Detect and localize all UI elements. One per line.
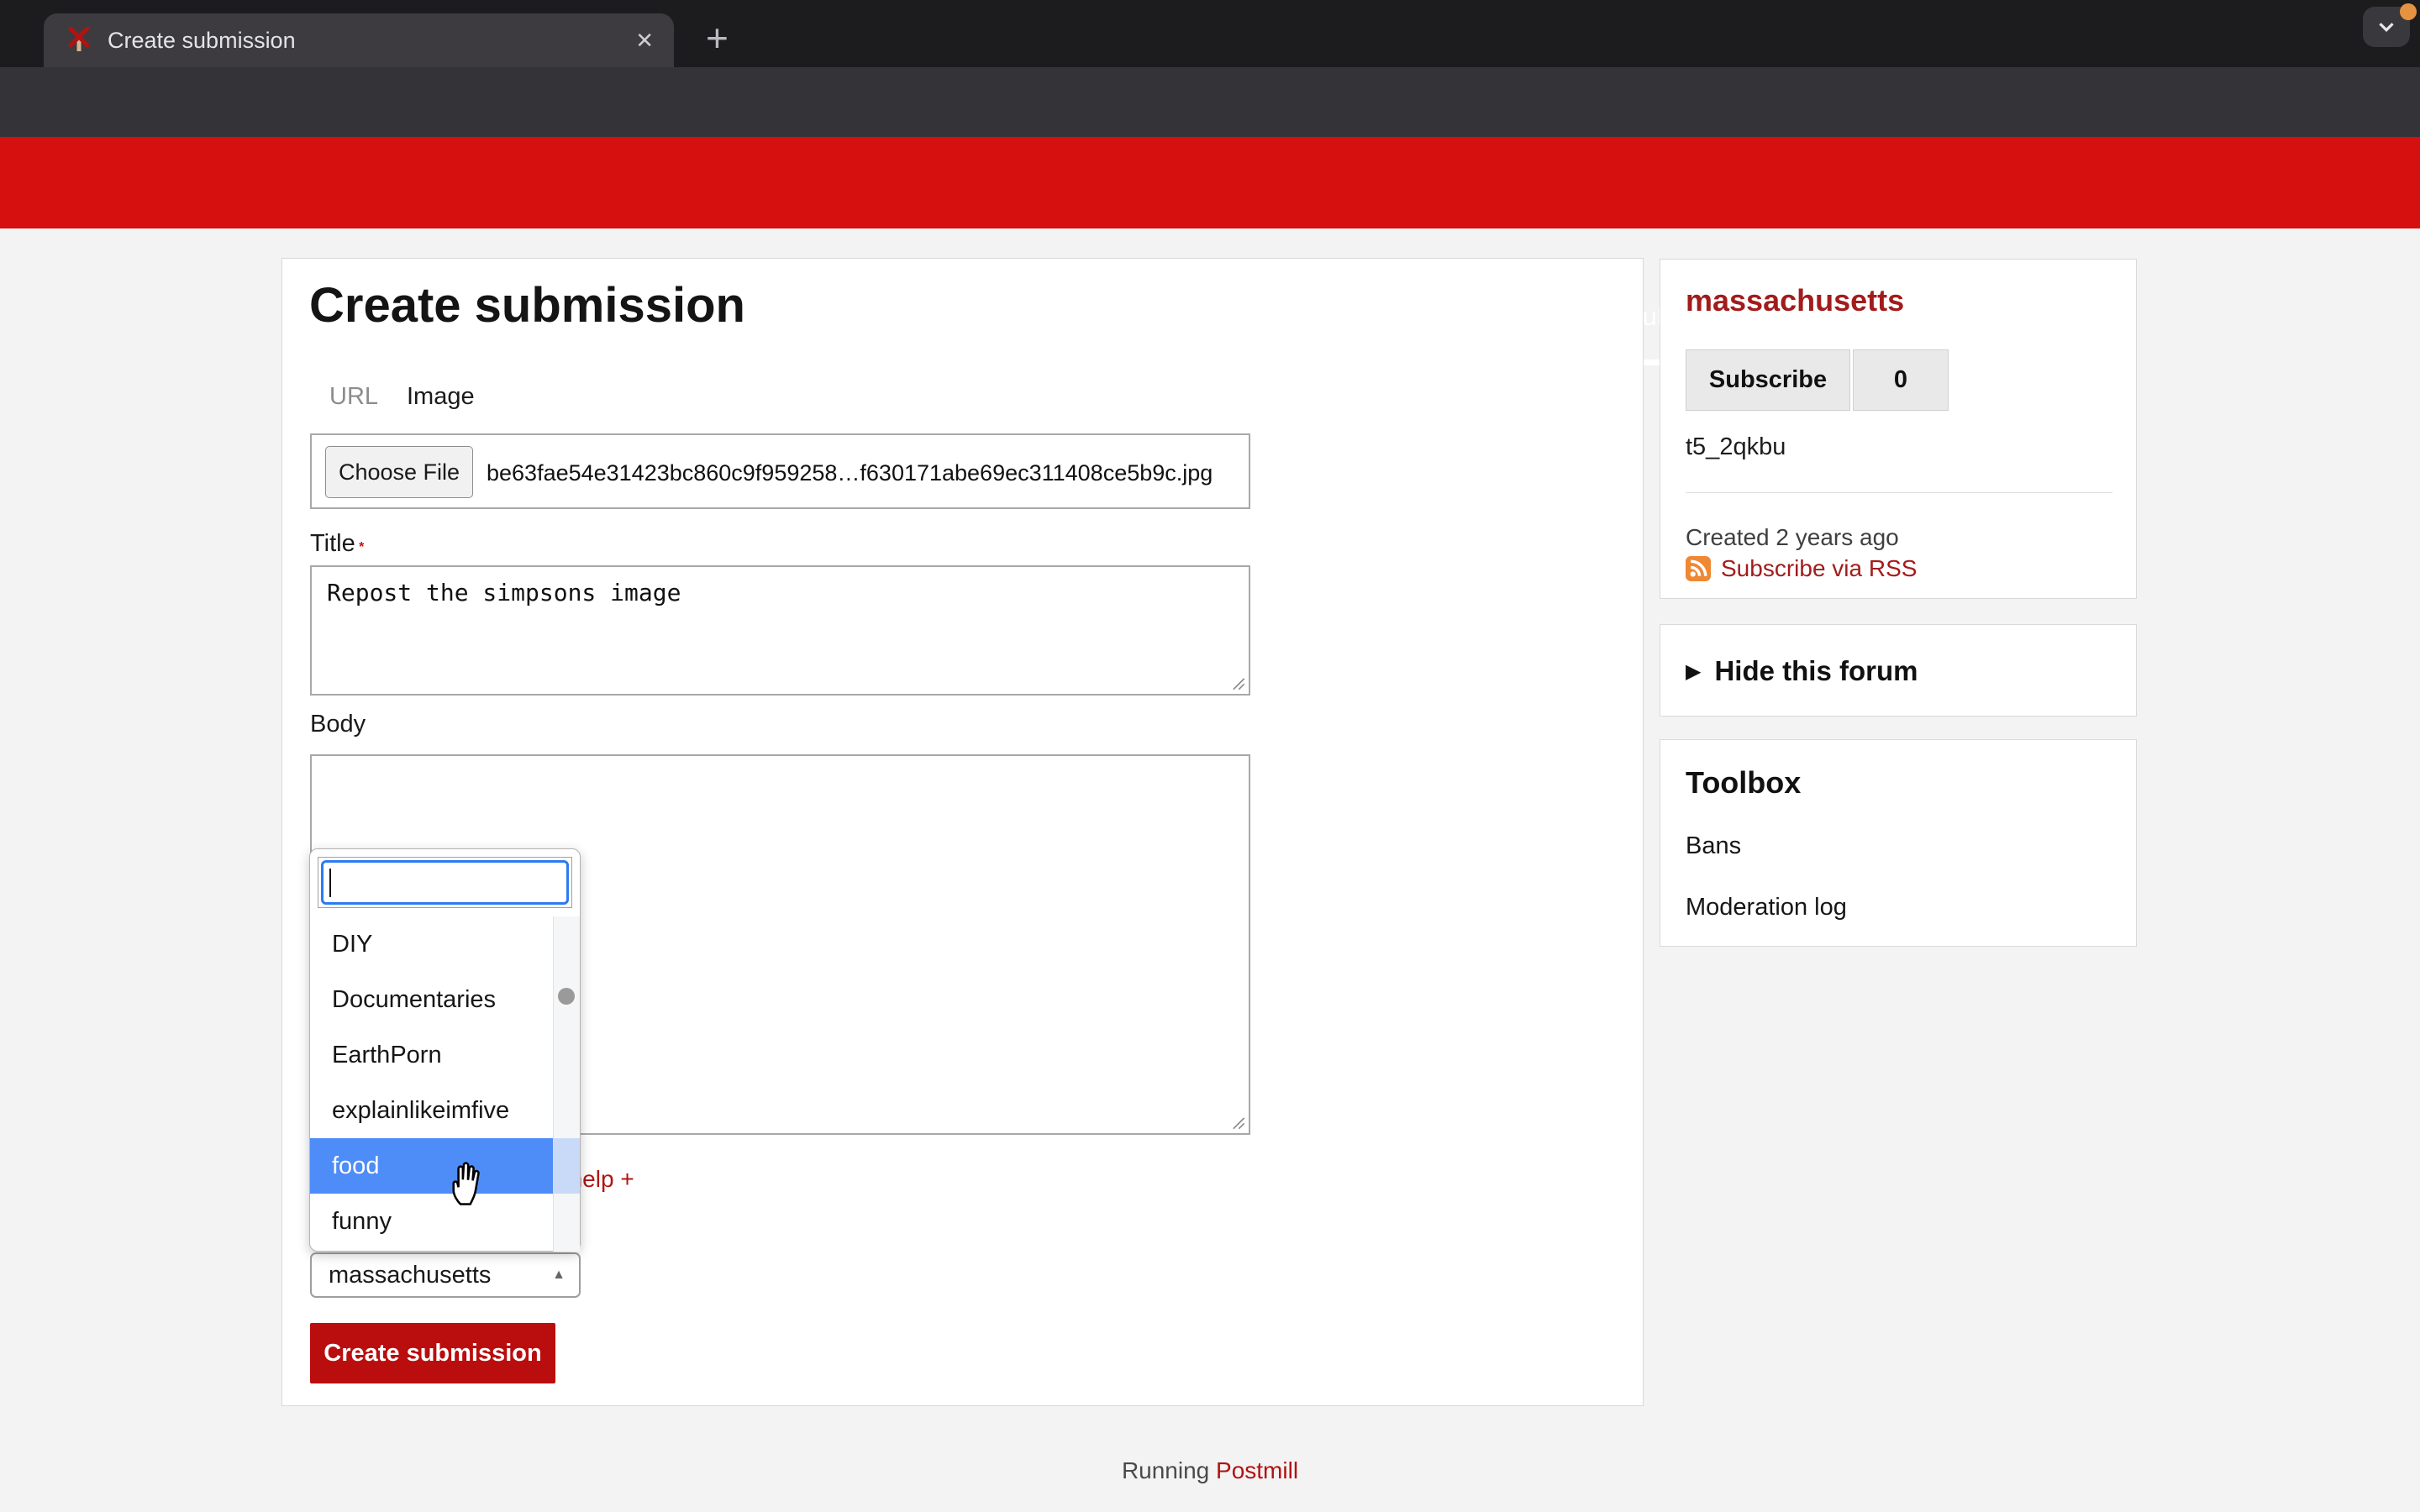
chevron-down-icon (2379, 23, 2394, 33)
dropdown-filter-input[interactable] (321, 860, 569, 905)
rss-subscribe-link[interactable]: Subscribe via RSS (1721, 555, 1917, 582)
text-caret (329, 869, 331, 897)
create-submission-button[interactable]: Create submission (310, 1323, 555, 1383)
tab-close-icon[interactable]: ✕ (635, 28, 654, 54)
browser-tab[interactable]: Create submission ✕ (44, 13, 674, 67)
title-label: Title (310, 530, 355, 557)
hand-cursor (452, 1162, 480, 1205)
footer: Running Postmill (0, 1457, 2420, 1484)
dropdown-scrollbar-thumb[interactable] (558, 988, 575, 1005)
toolbox-card: Toolbox Bans Moderation log (1660, 739, 2137, 947)
forum-option-highlighted[interactable]: food (310, 1138, 554, 1194)
select-arrow-icon: ▲ (552, 1268, 566, 1282)
body-resize-grip[interactable] (1230, 1115, 1245, 1130)
body-label: Body (310, 711, 366, 738)
dropdown-scrollbar-track[interactable] (553, 916, 580, 1252)
forum-option[interactable]: Documentaries (310, 972, 554, 1027)
forum-id: t5_2qkbu (1686, 433, 1786, 460)
forum-option[interactable]: EarthPorn (310, 1027, 554, 1083)
subscribe-button[interactable]: Subscribe (1686, 349, 1850, 411)
file-name: be63fae54e31423bc860c9f959258…f630171abe… (487, 459, 1213, 486)
toolbox-item-moderation-log[interactable]: Moderation log (1686, 894, 1847, 921)
tab-url[interactable]: URL (329, 383, 378, 411)
toolbox-title: Toolbox (1686, 765, 1802, 800)
footer-running-text: Running (1121, 1457, 1210, 1483)
tab-image[interactable]: Image (407, 383, 475, 411)
forum-option[interactable]: funny (310, 1194, 554, 1249)
toolbox-item-bans[interactable]: Bans (1686, 832, 1741, 860)
subscriber-count: 0 (1853, 349, 1949, 411)
title-resize-grip[interactable] (1230, 675, 1245, 690)
hide-forum-toggle[interactable]: ▶ Hide this forum (1686, 625, 1918, 717)
divider (1686, 492, 2112, 493)
forum-select[interactable]: massachusetts ▲ (310, 1252, 581, 1298)
site-header: Postmill Forums Wiki + Submit MarvelsGra… (0, 137, 2420, 365)
dropdown-scrollbar-highlight-segment (553, 1138, 580, 1194)
forum-dropdown-popup: DIY Documentaries EarthPorn explainlikei… (309, 848, 581, 1252)
title-textarea[interactable]: Repost the simpsons image (310, 565, 1250, 696)
rss-icon (1686, 556, 1711, 581)
screen: Create submission ✕ + ← → ⟳ Not Secure e… (0, 0, 2420, 1512)
rss-subscribe-row[interactable]: Subscribe via RSS (1686, 555, 1917, 582)
hide-forum-card: ▶ Hide this forum (1660, 624, 2137, 717)
postmill-windmill-favicon (68, 27, 90, 51)
browser-toolbar: ← → ⟳ Not Secure ec2-44-202-179-34.compu… (0, 67, 2420, 197)
page-title: Create submission (309, 278, 745, 333)
title-required-marker: * (359, 540, 365, 554)
file-input[interactable]: Choose File be63fae54e31423bc860c9f95925… (310, 433, 1250, 509)
tab-title: Create submission (108, 27, 296, 53)
hide-forum-label: Hide this forum (1714, 655, 1918, 686)
dropdown-search-wrap (318, 857, 572, 908)
new-tab-icon[interactable]: + (706, 15, 729, 60)
forum-option[interactable]: explainlikeimfive (310, 1083, 554, 1138)
footer-postmill-link[interactable]: Postmill (1216, 1457, 1298, 1483)
details-marker-icon: ▶ (1686, 659, 1702, 683)
forum-option[interactable]: DIY (310, 916, 554, 972)
forum-option-list: DIY Documentaries EarthPorn explainlikei… (310, 916, 554, 1249)
sidebar-forum-name[interactable]: massachusetts (1686, 283, 1904, 318)
browser-update-dot (2400, 3, 2417, 20)
browser-tab-strip: Create submission ✕ + (0, 0, 2420, 67)
forum-info-card: massachusetts Subscribe 0 t5_2qkbu Creat… (1660, 259, 2137, 599)
forum-select-value: massachusetts (329, 1261, 492, 1289)
choose-file-button[interactable]: Choose File (325, 446, 473, 498)
forum-created-text: Created 2 years ago (1686, 524, 1899, 550)
